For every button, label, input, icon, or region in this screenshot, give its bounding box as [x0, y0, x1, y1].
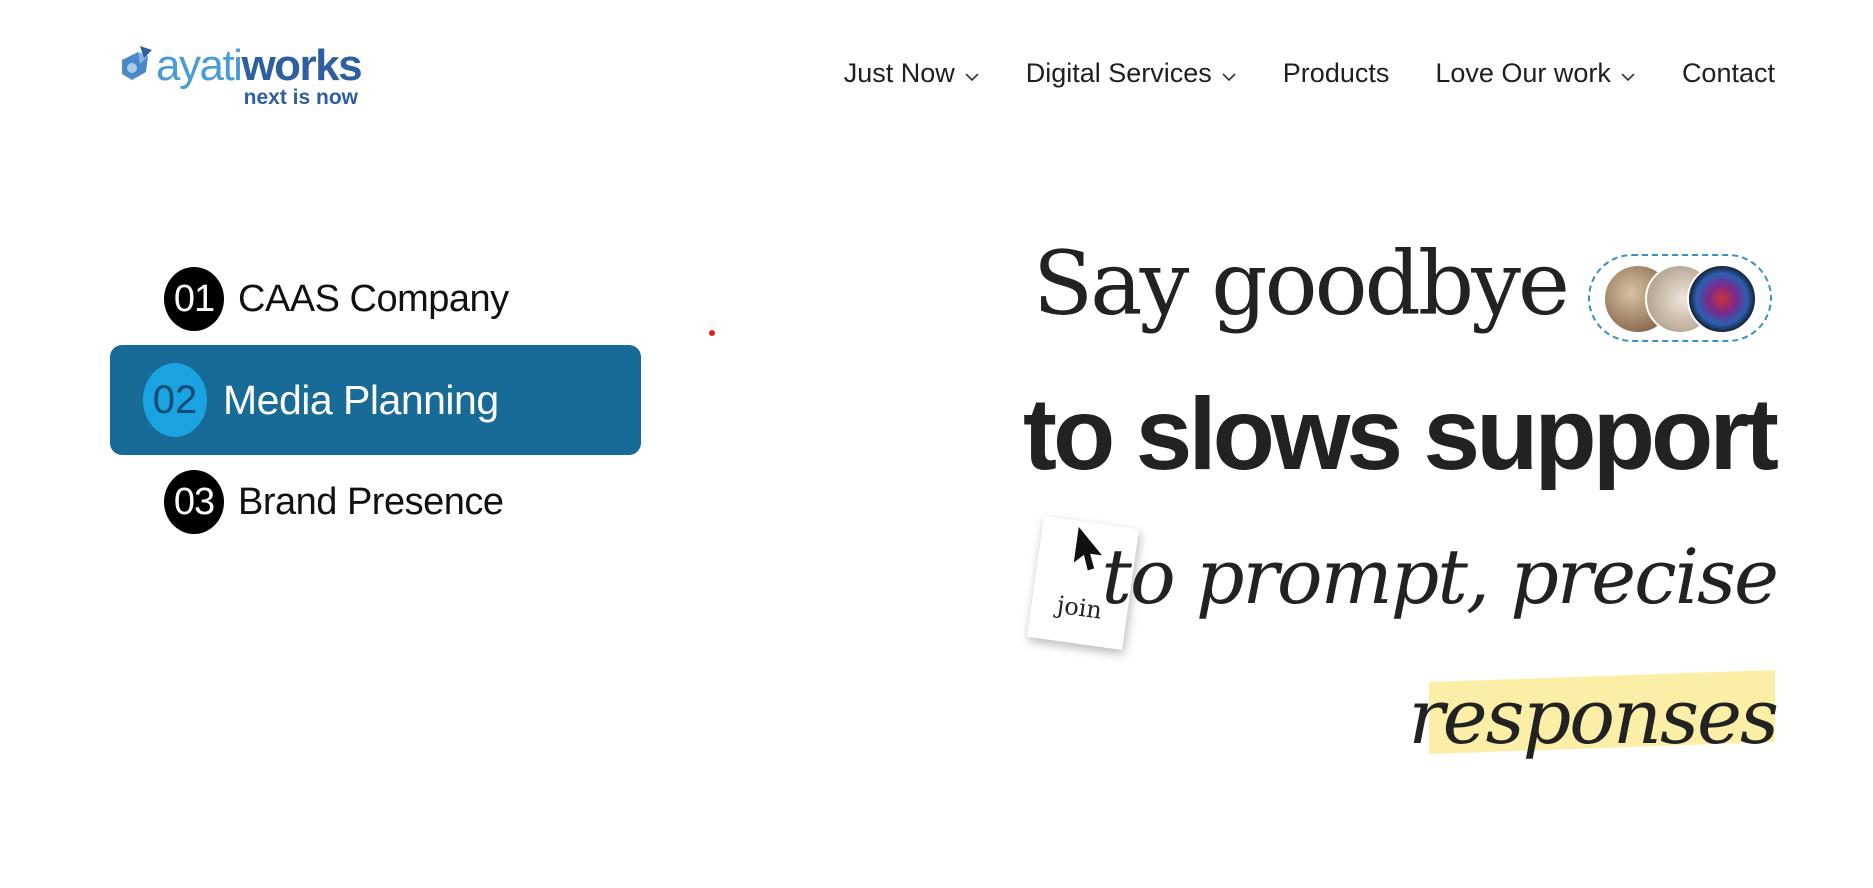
service-label: Media Planning: [223, 376, 499, 423]
service-number-badge: 03: [164, 470, 224, 534]
avatar-group: [1588, 254, 1772, 342]
cursor-dot: [709, 330, 715, 336]
nav-item-label: Just Now: [843, 58, 955, 88]
nav-item-love-our-work[interactable]: Love Our work: [1435, 58, 1636, 89]
service-number-badge: 01: [164, 267, 224, 331]
nav-item-label: Contact: [1681, 58, 1775, 88]
service-label: CAAS Company: [238, 277, 509, 320]
hero-line-4: responses: [1408, 672, 1779, 761]
logo-wordmark: ayatiworks: [156, 41, 363, 90]
chevron-down-icon: [1222, 72, 1236, 81]
nav-item-label: Products: [1282, 58, 1390, 88]
nav-item-contact[interactable]: Contact: [1682, 58, 1775, 89]
logo-mark-icon: [122, 46, 152, 80]
main-nav: Just Now Digital Services Products Love …: [844, 58, 1775, 89]
nav-item-just-now[interactable]: Just Now: [844, 58, 980, 89]
avatar: [1687, 264, 1757, 334]
logo-tagline: next is now: [243, 86, 358, 109]
nav-item-label: Love Our work: [1435, 58, 1611, 88]
service-item-caas-company[interactable]: 01 CAAS Company: [164, 267, 509, 331]
nav-item-label: Digital Services: [1025, 58, 1212, 88]
hero-line-1: Say goodbye: [1032, 232, 1570, 335]
nav-item-digital-services[interactable]: Digital Services: [1026, 58, 1237, 89]
nav-item-products[interactable]: Products: [1283, 58, 1390, 89]
hero-line-3: to prompt, precise: [1101, 532, 1779, 621]
service-item-brand-presence[interactable]: 03 Brand Presence: [164, 470, 504, 534]
service-label: Brand Presence: [238, 480, 504, 523]
hero-line-2: to slows support: [1023, 377, 1779, 491]
service-number-badge: 02: [143, 363, 207, 437]
chevron-down-icon: [1621, 72, 1635, 81]
logo[interactable]: ayatiworks next is now: [118, 41, 363, 114]
chevron-down-icon: [965, 72, 979, 81]
page: ayatiworks next is now Just Now Digital …: [0, 0, 1873, 888]
service-item-media-planning[interactable]: 02 Media Planning: [110, 345, 641, 455]
